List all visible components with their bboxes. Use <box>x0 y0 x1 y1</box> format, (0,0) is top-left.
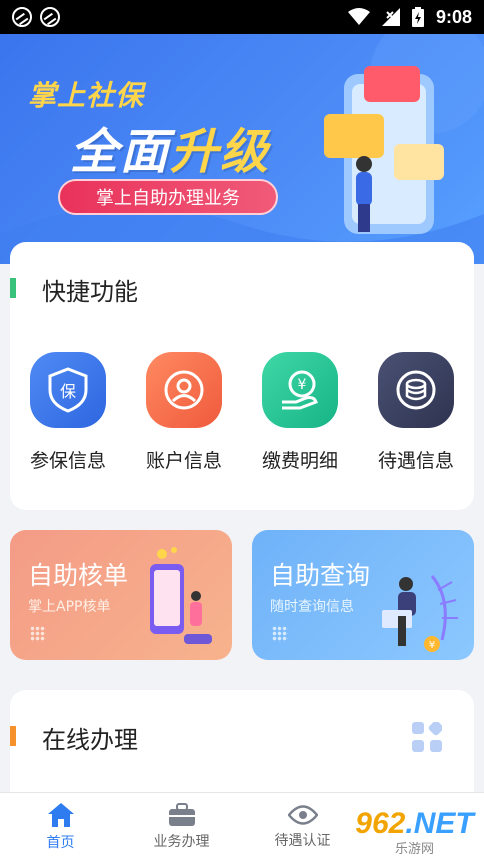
notification-icon <box>12 7 32 27</box>
notification-icon <box>40 7 60 27</box>
quick-item-payment-details[interactable]: ¥ 缴费明细 <box>242 352 358 482</box>
quick-functions-card: 快捷功能 保 参保信息 账户信息 ¥ 缴费明细 待遇信息 <box>10 242 474 510</box>
tab-home[interactable]: 首页 <box>0 793 121 861</box>
battery-icon <box>411 7 424 27</box>
apps-grid-icon[interactable] <box>412 722 442 752</box>
self-query-card[interactable]: 自助查询 随时查询信息 ¥ <box>252 530 474 660</box>
self-check-card[interactable]: 自助核单 掌上APP核单 <box>10 530 232 660</box>
clock: 9:08 <box>435 6 472 27</box>
svg-text:保: 保 <box>60 382 76 401</box>
home-icon <box>47 803 74 827</box>
shield-bao-icon: 保 <box>30 352 106 428</box>
banner-pill: 掌上自助办理业务 <box>58 179 278 215</box>
account-cycle-icon <box>146 352 222 428</box>
section-marker <box>10 278 16 298</box>
banner-title-line2: 全面升级 <box>70 124 271 180</box>
card-title: 自助查询 <box>270 561 371 590</box>
phone-illustration <box>324 66 444 234</box>
coin-stack-icon <box>378 352 454 428</box>
quick-functions-grid: 保 参保信息 账户信息 ¥ 缴费明细 待遇信息 <box>10 352 474 482</box>
svg-text:¥: ¥ <box>429 640 435 651</box>
person-laptop-illustration: ¥ <box>382 575 458 652</box>
phone-person-illustration <box>150 547 212 644</box>
briefcase-icon <box>168 803 195 826</box>
quick-item-benefit-info[interactable]: 待遇信息 <box>358 352 474 482</box>
dots-decoration <box>30 626 46 642</box>
section-marker <box>10 726 16 746</box>
quick-item-insured-info[interactable]: 保 参保信息 <box>10 352 126 482</box>
promo-banner[interactable]: 掌上社保 全面升级 掌上自助办理业务 <box>0 34 484 264</box>
quick-item-account-info[interactable]: 账户信息 <box>126 352 242 482</box>
status-bar: 9:08 <box>0 0 484 34</box>
card-subtitle: 随时查询信息 <box>270 599 354 615</box>
banner-title-line1: 掌上社保 <box>28 79 145 112</box>
section-title: 在线办理 <box>42 726 138 754</box>
site-watermark: 962.NET 乐游网 <box>355 806 474 857</box>
card-subtitle: 掌上APP核单 <box>28 599 111 615</box>
signal-icon <box>381 8 400 26</box>
svg-text:¥: ¥ <box>298 377 307 393</box>
eye-icon <box>287 805 318 825</box>
dots-decoration <box>272 626 288 642</box>
card-title: 自助核单 <box>28 561 129 590</box>
yen-hand-icon: ¥ <box>262 352 338 428</box>
tab-business[interactable]: 业务办理 <box>121 793 242 861</box>
section-title: 快捷功能 <box>42 278 138 306</box>
wifi-icon <box>347 8 370 25</box>
